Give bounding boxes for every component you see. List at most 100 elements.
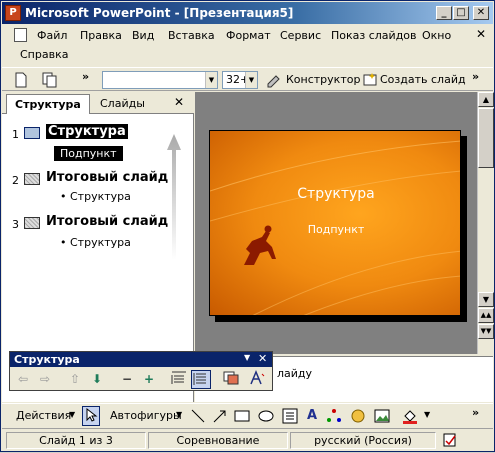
scroll-down-button[interactable]: ▼ [478, 292, 494, 307]
menu-insert[interactable]: Вставка [168, 29, 215, 42]
autoshapes-menu[interactable]: Автофигуры [110, 409, 182, 422]
actions-menu[interactable]: Действия [16, 409, 71, 422]
chevron-down-icon[interactable]: ▼ [205, 72, 217, 88]
outline-title[interactable]: Структура [46, 124, 128, 139]
scroll-up-button[interactable]: ▲ [478, 92, 494, 107]
pane-close-button[interactable]: ✕ [174, 95, 184, 109]
tab-slides[interactable]: Слайды [92, 94, 153, 114]
chevron-down-icon[interactable]: ▼ [245, 72, 257, 88]
menu-format[interactable]: Формат [226, 29, 271, 42]
document-close-button[interactable]: ✕ [476, 27, 486, 41]
chevron-down-icon[interactable]: ▼ [424, 410, 430, 419]
previous-slide-button[interactable]: ▲▲ [478, 308, 494, 323]
slide-icon[interactable] [24, 217, 40, 229]
move-down-icon[interactable]: ⬇ [87, 370, 107, 389]
fill-color-icon[interactable] [402, 408, 418, 424]
next-slide-button[interactable]: ▼▼ [478, 324, 494, 339]
bullet-dot: • [60, 236, 67, 249]
maximize-button[interactable]: □ [453, 6, 469, 20]
menu-slideshow[interactable]: Показ слайдов [331, 29, 417, 42]
bullet-dot: • [60, 190, 67, 203]
diagram-icon[interactable] [326, 408, 342, 424]
formatting-toolbar: » ▼ 32+ ▼ Конструктор Создать слайд » [2, 67, 493, 91]
font-size-combo[interactable]: 32+ ▼ [222, 71, 258, 89]
outline-bullet[interactable]: Структура [70, 236, 131, 249]
new-slide-icon[interactable] [362, 72, 378, 88]
floating-toolbar-title: Структура [14, 353, 80, 366]
status-design: Соревнование [148, 432, 288, 449]
toolbar-more-button[interactable]: » [82, 70, 89, 83]
chevron-down-icon[interactable]: ▼ [244, 353, 250, 362]
menu-window[interactable]: Окно [422, 29, 451, 42]
promote-icon[interactable]: ⇦ [13, 370, 33, 389]
status-slide: Слайд 1 из 3 [6, 432, 146, 449]
status-bar: Слайд 1 из 3 Соревнование русский (Росси… [2, 428, 493, 450]
slide-icon[interactable] [24, 127, 40, 139]
floating-toolbar-close-button[interactable]: ✕ [258, 352, 267, 365]
notes-text: лайду [277, 367, 313, 380]
clipart-icon[interactable] [350, 408, 366, 424]
outline-number: 3 [12, 218, 19, 231]
window-title: Microsoft PowerPoint - [Презентация5] [25, 6, 294, 20]
slide-icon[interactable] [24, 173, 40, 185]
slide-pane: Структура Подпункт [195, 92, 477, 354]
pane-tabs: Структура Слайды ✕ [2, 92, 194, 114]
menu-edit[interactable]: Правка [80, 29, 122, 42]
arrow-up-icon [167, 134, 181, 260]
chevron-down-icon[interactable]: ▼ [176, 410, 182, 419]
summary-slide-icon[interactable] [221, 370, 241, 389]
toolbar-more-button-3[interactable]: » [472, 406, 479, 419]
slide-subtitle[interactable]: Подпункт [210, 223, 460, 236]
new-slide-button[interactable]: Создать слайд [380, 73, 466, 86]
tab-outline[interactable]: Структура [6, 94, 90, 114]
text-box-icon[interactable] [282, 408, 298, 424]
collapse-icon[interactable]: − [117, 370, 137, 389]
expand-icon[interactable]: + [139, 370, 159, 389]
demote-icon[interactable]: ⇨ [35, 370, 55, 389]
arrow-icon[interactable] [212, 408, 228, 424]
menu-view[interactable]: Вид [132, 29, 154, 42]
scroll-thumb[interactable] [478, 108, 494, 168]
slide-title[interactable]: Структура [210, 186, 460, 202]
designer-button[interactable]: Конструктор [286, 73, 360, 86]
move-up-icon[interactable]: ⇧ [65, 370, 85, 389]
status-language: русский (Россия) [290, 432, 436, 449]
menu-tools[interactable]: Сервис [280, 29, 321, 42]
menu-file[interactable]: Файл [37, 29, 67, 42]
vertical-scrollbar[interactable]: ▲ ▼ ▲▲ ▼▼ [477, 92, 494, 354]
menu-help[interactable]: Справка [20, 48, 68, 61]
picture-icon[interactable] [374, 408, 390, 424]
chevron-down-icon[interactable]: ▼ [69, 410, 75, 419]
select-pointer-icon[interactable] [82, 406, 100, 426]
font-name-combo[interactable]: ▼ [102, 71, 218, 89]
outline-title[interactable]: Итоговый слайд [46, 214, 168, 229]
outline-floating-toolbar: Структура ▼ ✕ ⇦ ⇨ ⇧ ⬇ − + [9, 351, 273, 391]
outline-number: 2 [12, 174, 19, 187]
line-icon[interactable] [190, 408, 206, 424]
menu-bar: Файл Правка Вид Вставка Формат Сервис По… [2, 25, 493, 67]
designer-icon[interactable] [266, 72, 282, 88]
application-window: P Microsoft PowerPoint - [Презентация5] … [0, 0, 495, 452]
expand-all-icon[interactable] [191, 370, 211, 389]
drawing-toolbar: Действия ▼ Автофигуры ▼ A ▼ » [2, 403, 493, 427]
spelling-icon[interactable] [442, 432, 458, 448]
document-icon[interactable] [14, 28, 27, 42]
toolbar-more-button-2[interactable]: » [472, 70, 479, 83]
collapse-all-icon[interactable] [169, 370, 189, 389]
show-formatting-icon[interactable] [247, 370, 267, 389]
outline-number: 1 [12, 128, 19, 141]
copy-icon[interactable] [42, 72, 58, 88]
wordart-icon[interactable]: A [304, 408, 320, 424]
minimize-button[interactable]: _ [436, 6, 452, 20]
oval-icon[interactable] [258, 408, 274, 424]
title-bar[interactable]: P Microsoft PowerPoint - [Презентация5] … [2, 2, 493, 24]
close-button[interactable]: ✕ [473, 6, 489, 20]
powerpoint-logo-icon: P [5, 5, 21, 21]
rectangle-icon[interactable] [234, 408, 250, 424]
outline-bullet[interactable]: Структура [70, 190, 131, 203]
outline-title[interactable]: Итоговый слайд [46, 170, 168, 185]
floating-toolbar-header[interactable]: Структура ▼ ✕ [10, 352, 272, 367]
slide-canvas[interactable]: Структура Подпункт [209, 130, 461, 316]
new-document-icon[interactable] [14, 72, 30, 88]
outline-bullet[interactable]: Подпункт [54, 146, 123, 161]
